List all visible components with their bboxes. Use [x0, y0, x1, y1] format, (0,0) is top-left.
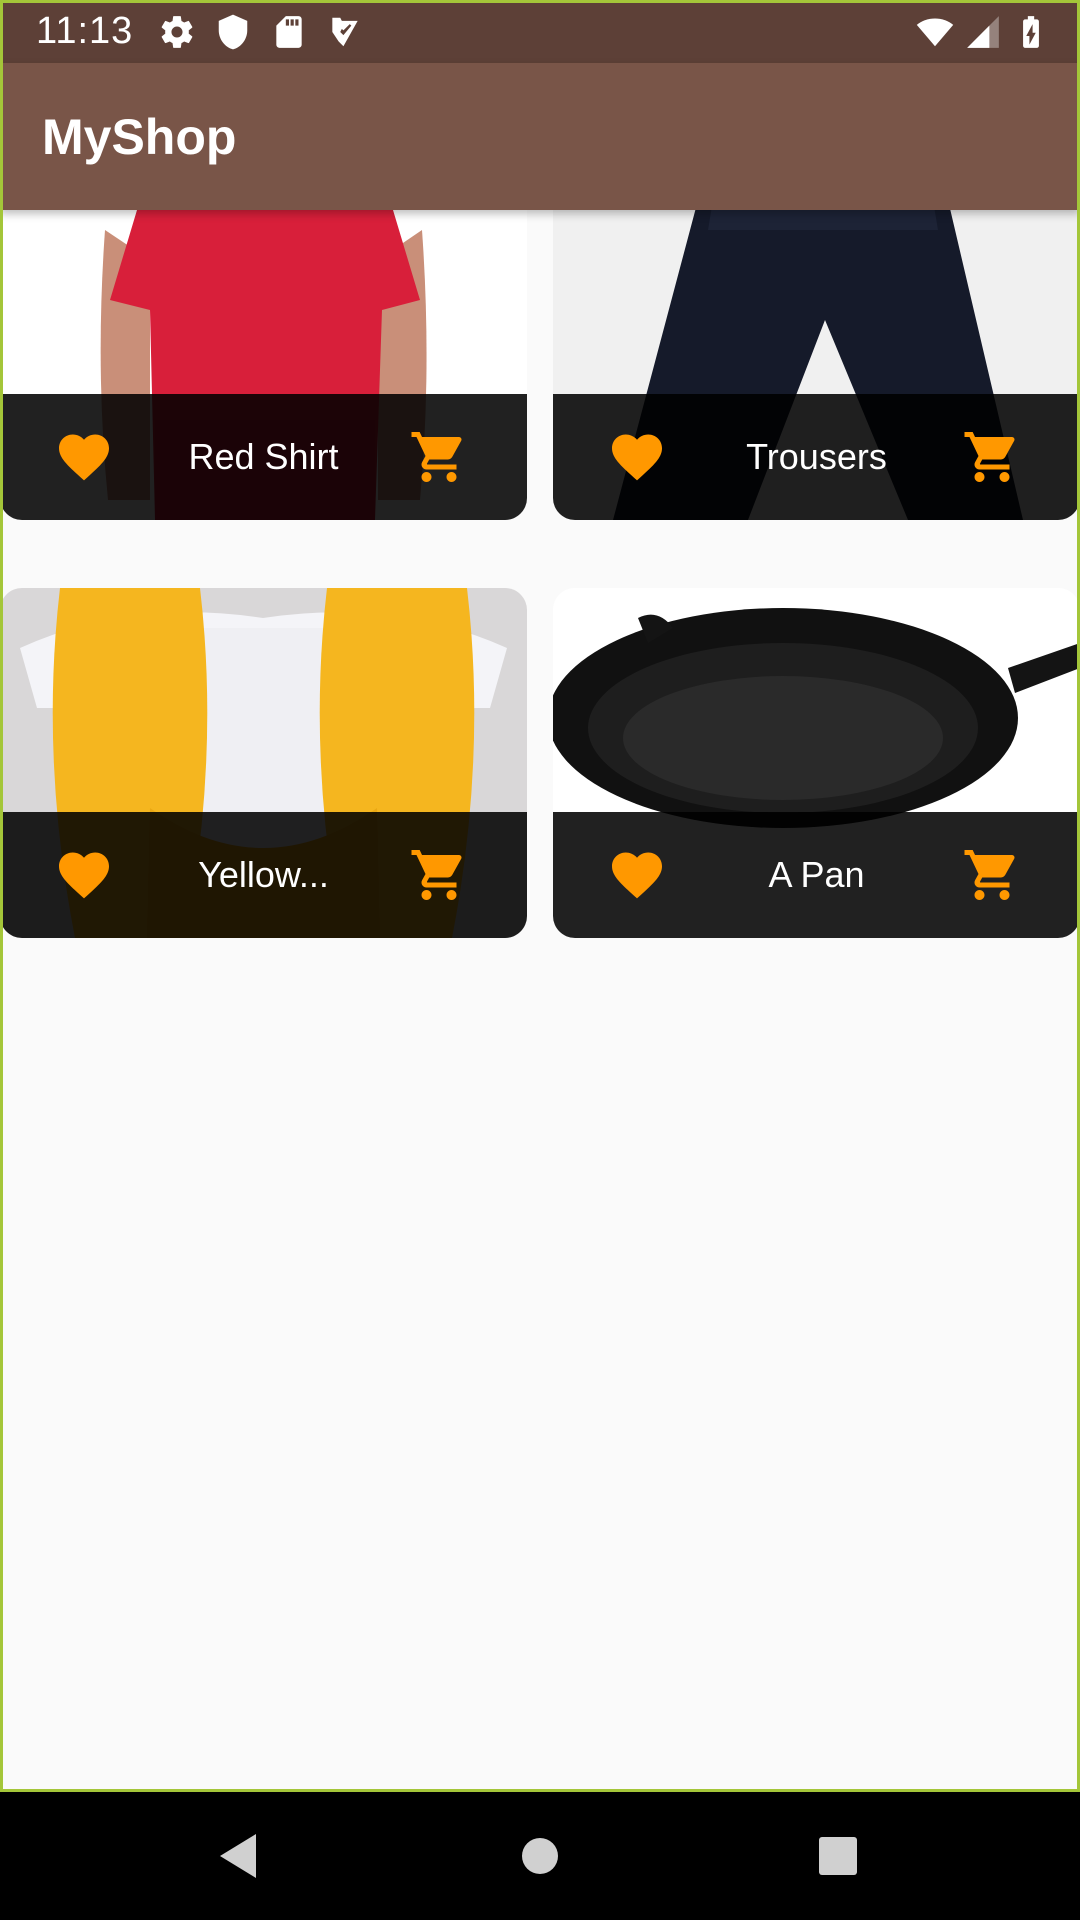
tile-footer: Red Shirt — [0, 394, 527, 520]
back-icon — [220, 1834, 256, 1878]
status-bar: 11:13 — [0, 0, 1080, 63]
add-to-cart-button[interactable] — [960, 425, 1024, 489]
add-to-cart-button[interactable] — [407, 843, 471, 907]
clipboard-check-icon — [332, 17, 358, 47]
tile-footer: Yellow... — [0, 812, 527, 938]
tile-footer: A Pan — [553, 812, 1080, 938]
settings-icon — [161, 16, 193, 48]
product-title: Red Shirt — [188, 436, 339, 477]
heart-icon — [59, 434, 109, 481]
app-bar: MyShop — [0, 63, 1080, 210]
cart-icon — [964, 432, 1015, 482]
favorite-button[interactable] — [52, 843, 116, 907]
navigation-bar — [0, 1792, 1080, 1920]
cart-icon — [411, 850, 462, 900]
wifi-icon — [916, 18, 954, 47]
tile-footer: Trousers — [553, 394, 1080, 520]
product-tile-a-pan[interactable]: A Pan — [553, 588, 1080, 938]
heart-icon — [59, 852, 109, 899]
product-title: Yellow... — [198, 854, 329, 895]
product-title: A Pan — [768, 854, 865, 895]
product-tile-trousers[interactable]: Trousers — [553, 170, 1080, 520]
shield-icon — [218, 14, 248, 50]
back-button[interactable] — [208, 1826, 268, 1886]
favorite-button[interactable] — [52, 425, 116, 489]
home-icon — [522, 1838, 558, 1874]
product-title: Trousers — [746, 436, 887, 477]
favorite-button[interactable] — [605, 425, 669, 489]
recents-button[interactable] — [808, 1826, 868, 1886]
cart-icon — [411, 432, 462, 482]
heart-icon — [612, 852, 662, 899]
battery-charging-icon — [1023, 16, 1039, 48]
sd-card-icon — [276, 16, 302, 48]
signal-icon — [967, 16, 999, 48]
favorite-button[interactable] — [605, 843, 669, 907]
heart-icon — [612, 434, 662, 481]
product-grid: Red Shirt Trousers Yellow... A Pan — [0, 170, 1080, 1790]
app-title: MyShop — [42, 109, 237, 165]
home-button[interactable] — [510, 1826, 570, 1886]
status-time: 11:13 — [36, 10, 134, 52]
cart-icon — [964, 850, 1015, 900]
add-to-cart-button[interactable] — [407, 425, 471, 489]
product-tile-red-shirt[interactable]: Red Shirt — [0, 170, 527, 520]
product-tile-yellow-scarf[interactable]: Yellow... — [0, 588, 527, 938]
add-to-cart-button[interactable] — [960, 843, 1024, 907]
recents-icon — [819, 1837, 857, 1875]
